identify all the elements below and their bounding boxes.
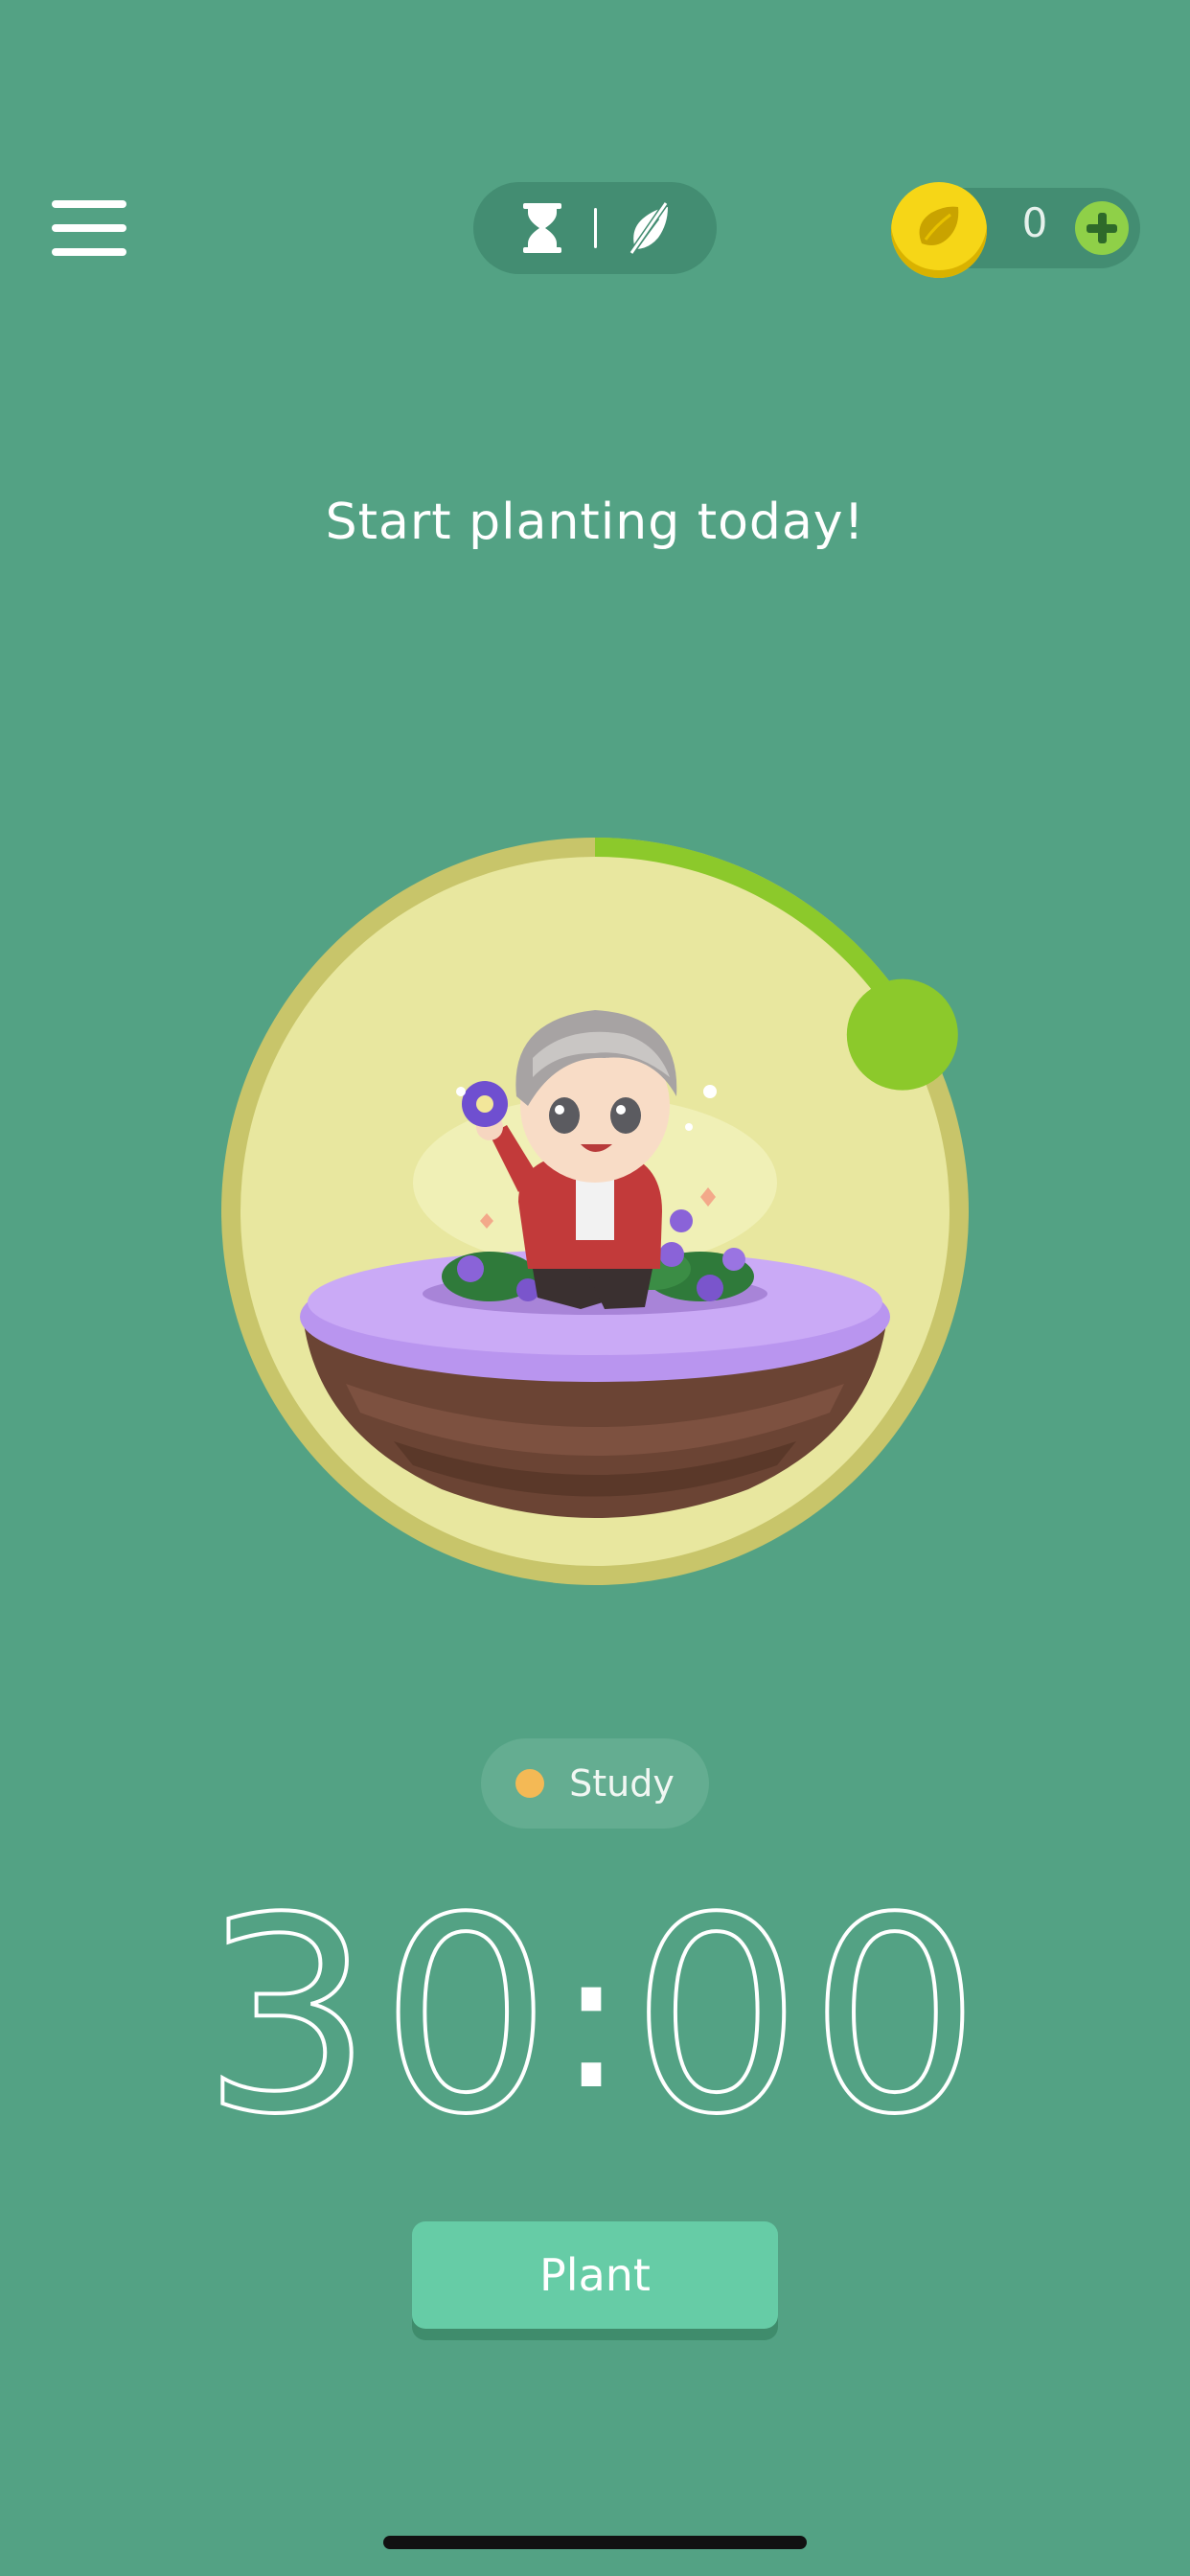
gold-seed-coin-icon: [891, 182, 987, 278]
hamburger-menu-line: [52, 248, 126, 256]
no-grow-leaf-icon[interactable]: [626, 201, 672, 255]
hamburger-menu-icon: [52, 200, 126, 208]
plus-icon: [1087, 213, 1117, 243]
add-coins-button[interactable]: [1075, 201, 1129, 255]
tag-label: Study: [569, 1762, 675, 1805]
menu-button[interactable]: [48, 196, 130, 260]
plant-button[interactable]: Plant: [412, 2221, 778, 2329]
countdown-seconds: 00: [629, 1859, 988, 2175]
countdown-colon: :: [559, 1909, 631, 2132]
timer-ring[interactable]: [202, 818, 988, 1604]
home-indicator[interactable]: [383, 2536, 807, 2549]
hamburger-menu-line: [52, 224, 126, 232]
hourglass-icon[interactable]: [519, 201, 565, 255]
countdown-minutes: 30: [200, 1859, 560, 2175]
tag-selector[interactable]: Study: [481, 1738, 709, 1828]
coin-count: 0: [1021, 199, 1048, 246]
mode-toggle[interactable]: [473, 182, 717, 274]
motivation-headline: Start planting today!: [325, 494, 865, 551]
mode-separator: [593, 208, 597, 248]
tag-color-dot: [515, 1769, 545, 1798]
timer-drag-handle[interactable]: [846, 978, 958, 1091]
countdown-display: 30:00: [0, 1859, 1190, 2179]
